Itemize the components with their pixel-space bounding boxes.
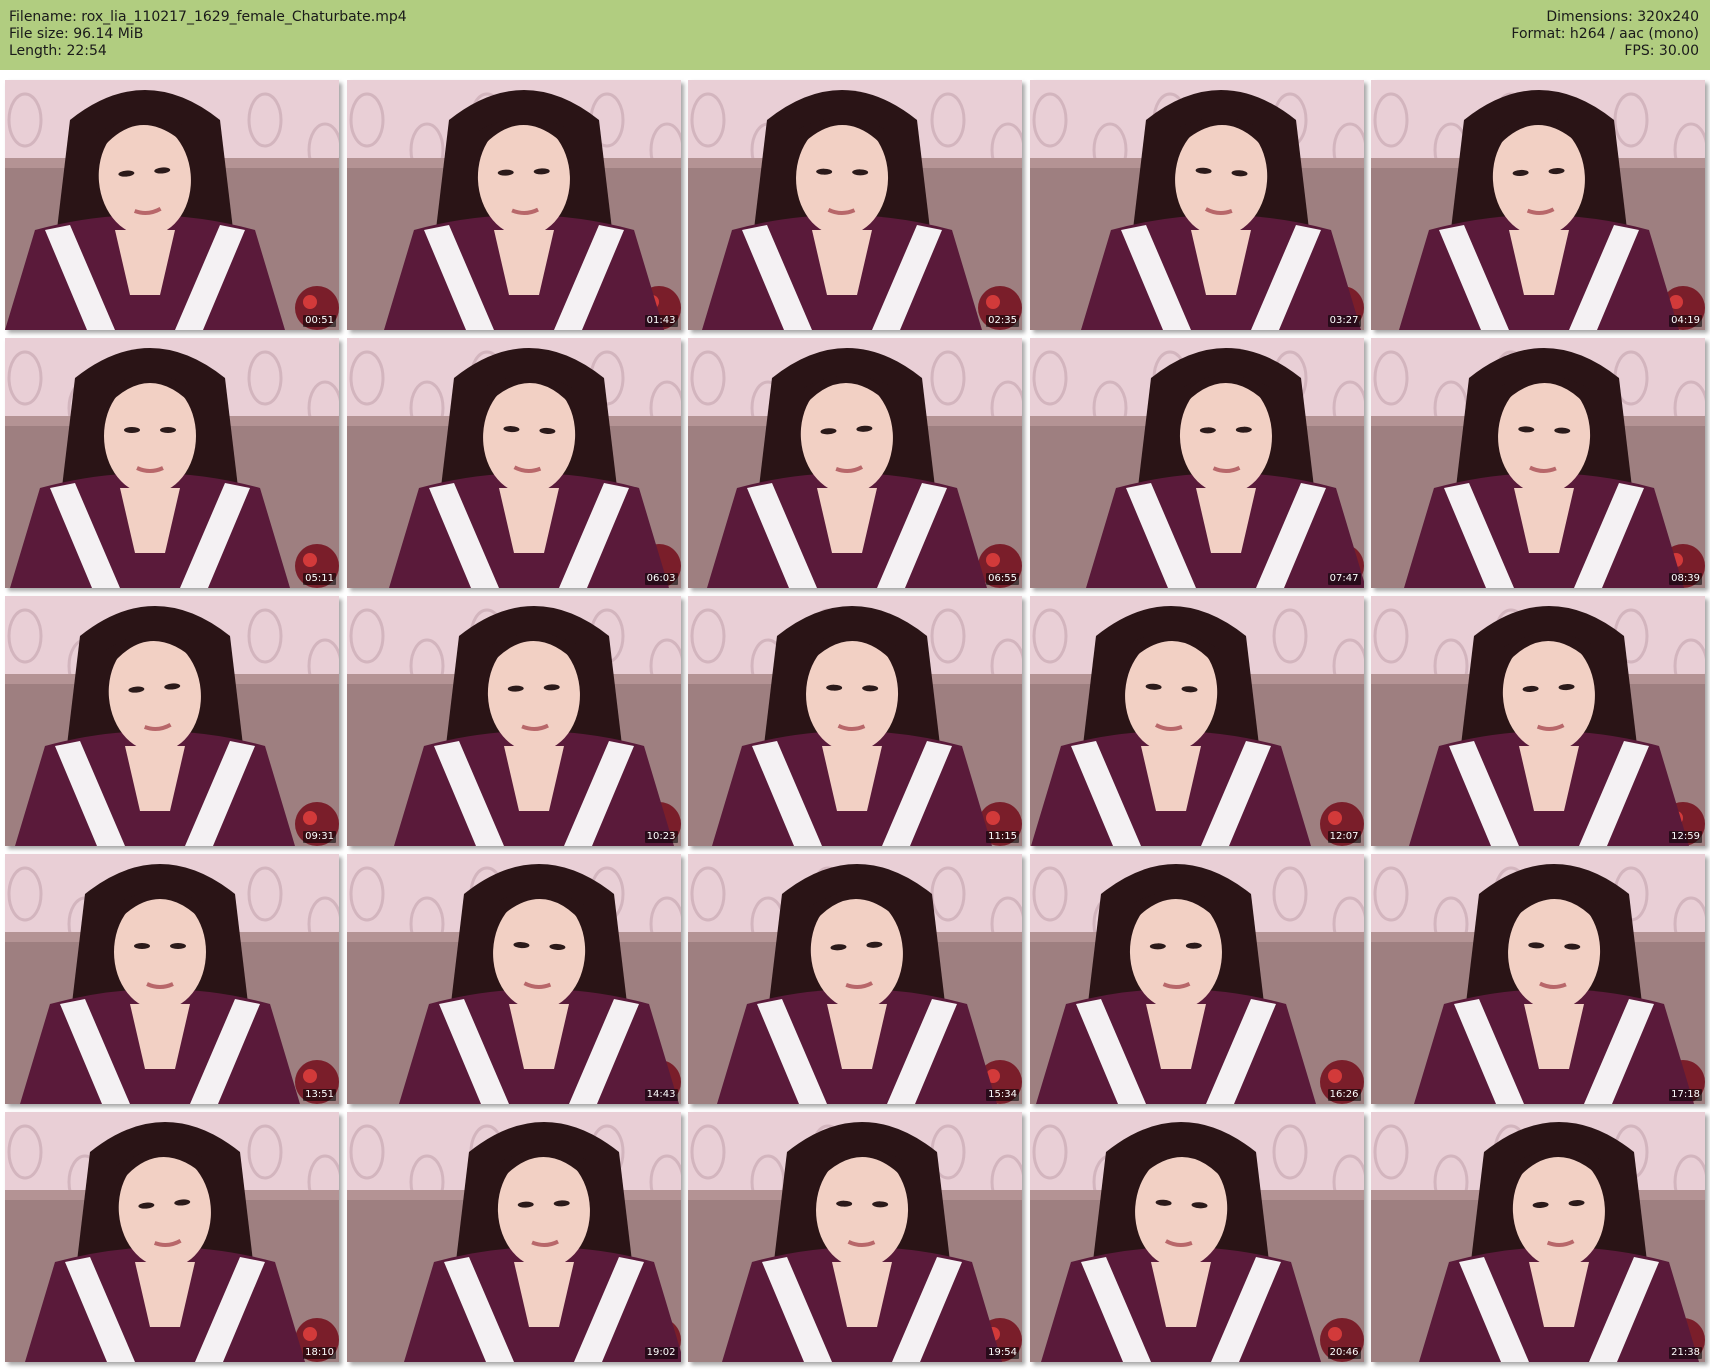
frame-illustration	[346, 338, 681, 588]
timestamp-label: 04:19	[1669, 315, 1702, 327]
video-thumbnail: 02:35	[688, 80, 1022, 330]
video-thumbnail: 10:23	[346, 596, 681, 846]
timestamp-label: 10:23	[644, 831, 678, 843]
frame-illustration	[346, 596, 681, 846]
video-thumbnail: 15:34	[688, 854, 1022, 1104]
frame-illustration	[1371, 596, 1705, 846]
video-thumbnail: 08:39	[1371, 338, 1705, 588]
filesize-text: File size: 96.14 MiB	[9, 26, 144, 42]
timestamp-label: 01:43	[644, 315, 678, 327]
timestamp-label: 18:10	[303, 1347, 336, 1359]
format-text: Format: h264 / aac (mono)	[1511, 26, 1699, 42]
frame-illustration	[1029, 854, 1364, 1104]
filename-text: Filename: rox_lia_110217_1629_female_Cha…	[9, 9, 407, 25]
timestamp-label: 13:51	[303, 1089, 336, 1101]
video-thumbnail: 18:10	[5, 1112, 339, 1362]
timestamp-label: 12:07	[1327, 831, 1361, 843]
frame-illustration	[5, 1112, 339, 1362]
timestamp-label: 17:18	[1669, 1089, 1702, 1101]
video-thumbnail: 13:51	[5, 854, 339, 1104]
fps-text: FPS: 30.00	[1624, 43, 1699, 59]
video-thumbnail: 03:27	[1029, 80, 1364, 330]
video-thumbnail: 12:07	[1029, 596, 1364, 846]
frame-illustration	[5, 596, 339, 846]
timestamp-label: 20:46	[1327, 1347, 1361, 1359]
frame-illustration	[688, 338, 1022, 588]
video-thumbnail: 06:03	[346, 338, 681, 588]
video-thumbnail: 09:31	[5, 596, 339, 846]
video-thumbnail: 11:15	[688, 596, 1022, 846]
frame-illustration	[5, 338, 339, 588]
timestamp-label: 12:59	[1669, 831, 1702, 843]
frame-illustration	[688, 854, 1022, 1104]
timestamp-label: 08:39	[1669, 573, 1702, 585]
video-thumbnail: 12:59	[1371, 596, 1705, 846]
video-thumbnail: 04:19	[1371, 80, 1705, 330]
frame-illustration	[1371, 1112, 1705, 1362]
timestamp-label: 21:38	[1669, 1347, 1702, 1359]
timestamp-label: 11:15	[986, 831, 1019, 843]
frame-illustration	[1029, 338, 1364, 588]
video-thumbnail: 16:26	[1029, 854, 1364, 1104]
stream-info: Dimensions: 320x240 Format: h264 / aac (…	[1511, 9, 1699, 60]
video-thumbnail: 14:43	[346, 854, 681, 1104]
video-thumbnail: 05:11	[5, 338, 339, 588]
video-thumbnail: 21:38	[1371, 1112, 1705, 1362]
frame-illustration	[1371, 854, 1705, 1104]
frame-illustration	[1029, 1112, 1364, 1362]
video-thumbnail: 17:18	[1371, 854, 1705, 1104]
frame-illustration	[688, 596, 1022, 846]
timestamp-label: 09:31	[303, 831, 336, 843]
frame-illustration	[346, 80, 681, 330]
timestamp-label: 14:43	[644, 1089, 678, 1101]
dimensions-text: Dimensions: 320x240	[1546, 9, 1699, 25]
video-thumbnail: 00:51	[5, 80, 339, 330]
timestamp-label: 19:54	[986, 1347, 1019, 1359]
timestamp-label: 19:02	[644, 1347, 678, 1359]
info-header: Filename: rox_lia_110217_1629_female_Cha…	[0, 0, 1710, 70]
frame-illustration	[688, 80, 1022, 330]
timestamp-label: 06:03	[644, 573, 678, 585]
thumbnail-grid: 00:51 01:43 02:35 03:27 04:19 05:11 06:03 06:55…	[5, 80, 1705, 1366]
video-thumbnail: 07:47	[1029, 338, 1364, 588]
frame-illustration	[346, 854, 681, 1104]
frame-illustration	[1371, 338, 1705, 588]
frame-illustration	[5, 80, 339, 330]
timestamp-label: 07:47	[1327, 573, 1361, 585]
timestamp-label: 00:51	[303, 315, 336, 327]
video-thumbnail: 19:02	[346, 1112, 681, 1362]
video-thumbnail: 19:54	[688, 1112, 1022, 1362]
timestamp-label: 06:55	[986, 573, 1019, 585]
frame-illustration	[1029, 596, 1364, 846]
timestamp-label: 16:26	[1327, 1089, 1361, 1101]
video-thumbnail: 06:55	[688, 338, 1022, 588]
timestamp-label: 05:11	[303, 573, 336, 585]
timestamp-label: 15:34	[986, 1089, 1019, 1101]
timestamp-label: 03:27	[1327, 315, 1361, 327]
length-text: Length: 22:54	[9, 43, 107, 59]
video-thumbnail: 20:46	[1029, 1112, 1364, 1362]
video-thumbnail: 01:43	[346, 80, 681, 330]
frame-illustration	[346, 1112, 681, 1362]
frame-illustration	[1029, 80, 1364, 330]
timestamp-label: 02:35	[986, 315, 1019, 327]
frame-illustration	[688, 1112, 1022, 1362]
frame-illustration	[1371, 80, 1705, 330]
file-info: Filename: rox_lia_110217_1629_female_Cha…	[9, 9, 407, 60]
frame-illustration	[5, 854, 339, 1104]
